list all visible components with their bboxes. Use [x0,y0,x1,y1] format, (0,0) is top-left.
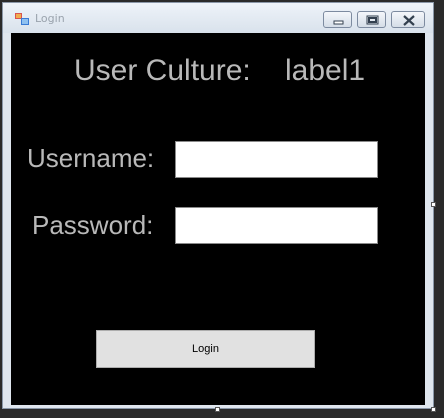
username-label: Username: [27,143,155,173]
login-button[interactable]: Login [96,330,315,368]
resize-handle-right[interactable] [431,202,436,207]
app-icon [15,12,29,25]
close-button[interactable] [391,11,425,28]
login-window: Login User Culture: label1 Username: Pas… [2,2,434,409]
maximize-button[interactable] [357,11,386,28]
maximize-icon [366,15,379,25]
title-bar[interactable]: Login [3,3,433,33]
form-client-area: User Culture: label1 Username: Password:… [11,33,425,405]
designer-surface: Login User Culture: label1 Username: Pas… [0,0,444,418]
minimize-button[interactable] [323,11,352,28]
window-title: Login [35,12,65,25]
resize-handle-corner[interactable] [431,407,436,412]
minimize-icon [333,20,344,25]
password-input[interactable] [175,207,378,244]
username-input[interactable] [175,141,378,178]
close-icon [403,15,415,26]
password-label: Password: [32,210,154,240]
user-culture-caption: User Culture: [74,54,251,87]
user-culture-value: label1 [285,54,366,87]
resize-handle-bottom[interactable] [215,407,220,412]
